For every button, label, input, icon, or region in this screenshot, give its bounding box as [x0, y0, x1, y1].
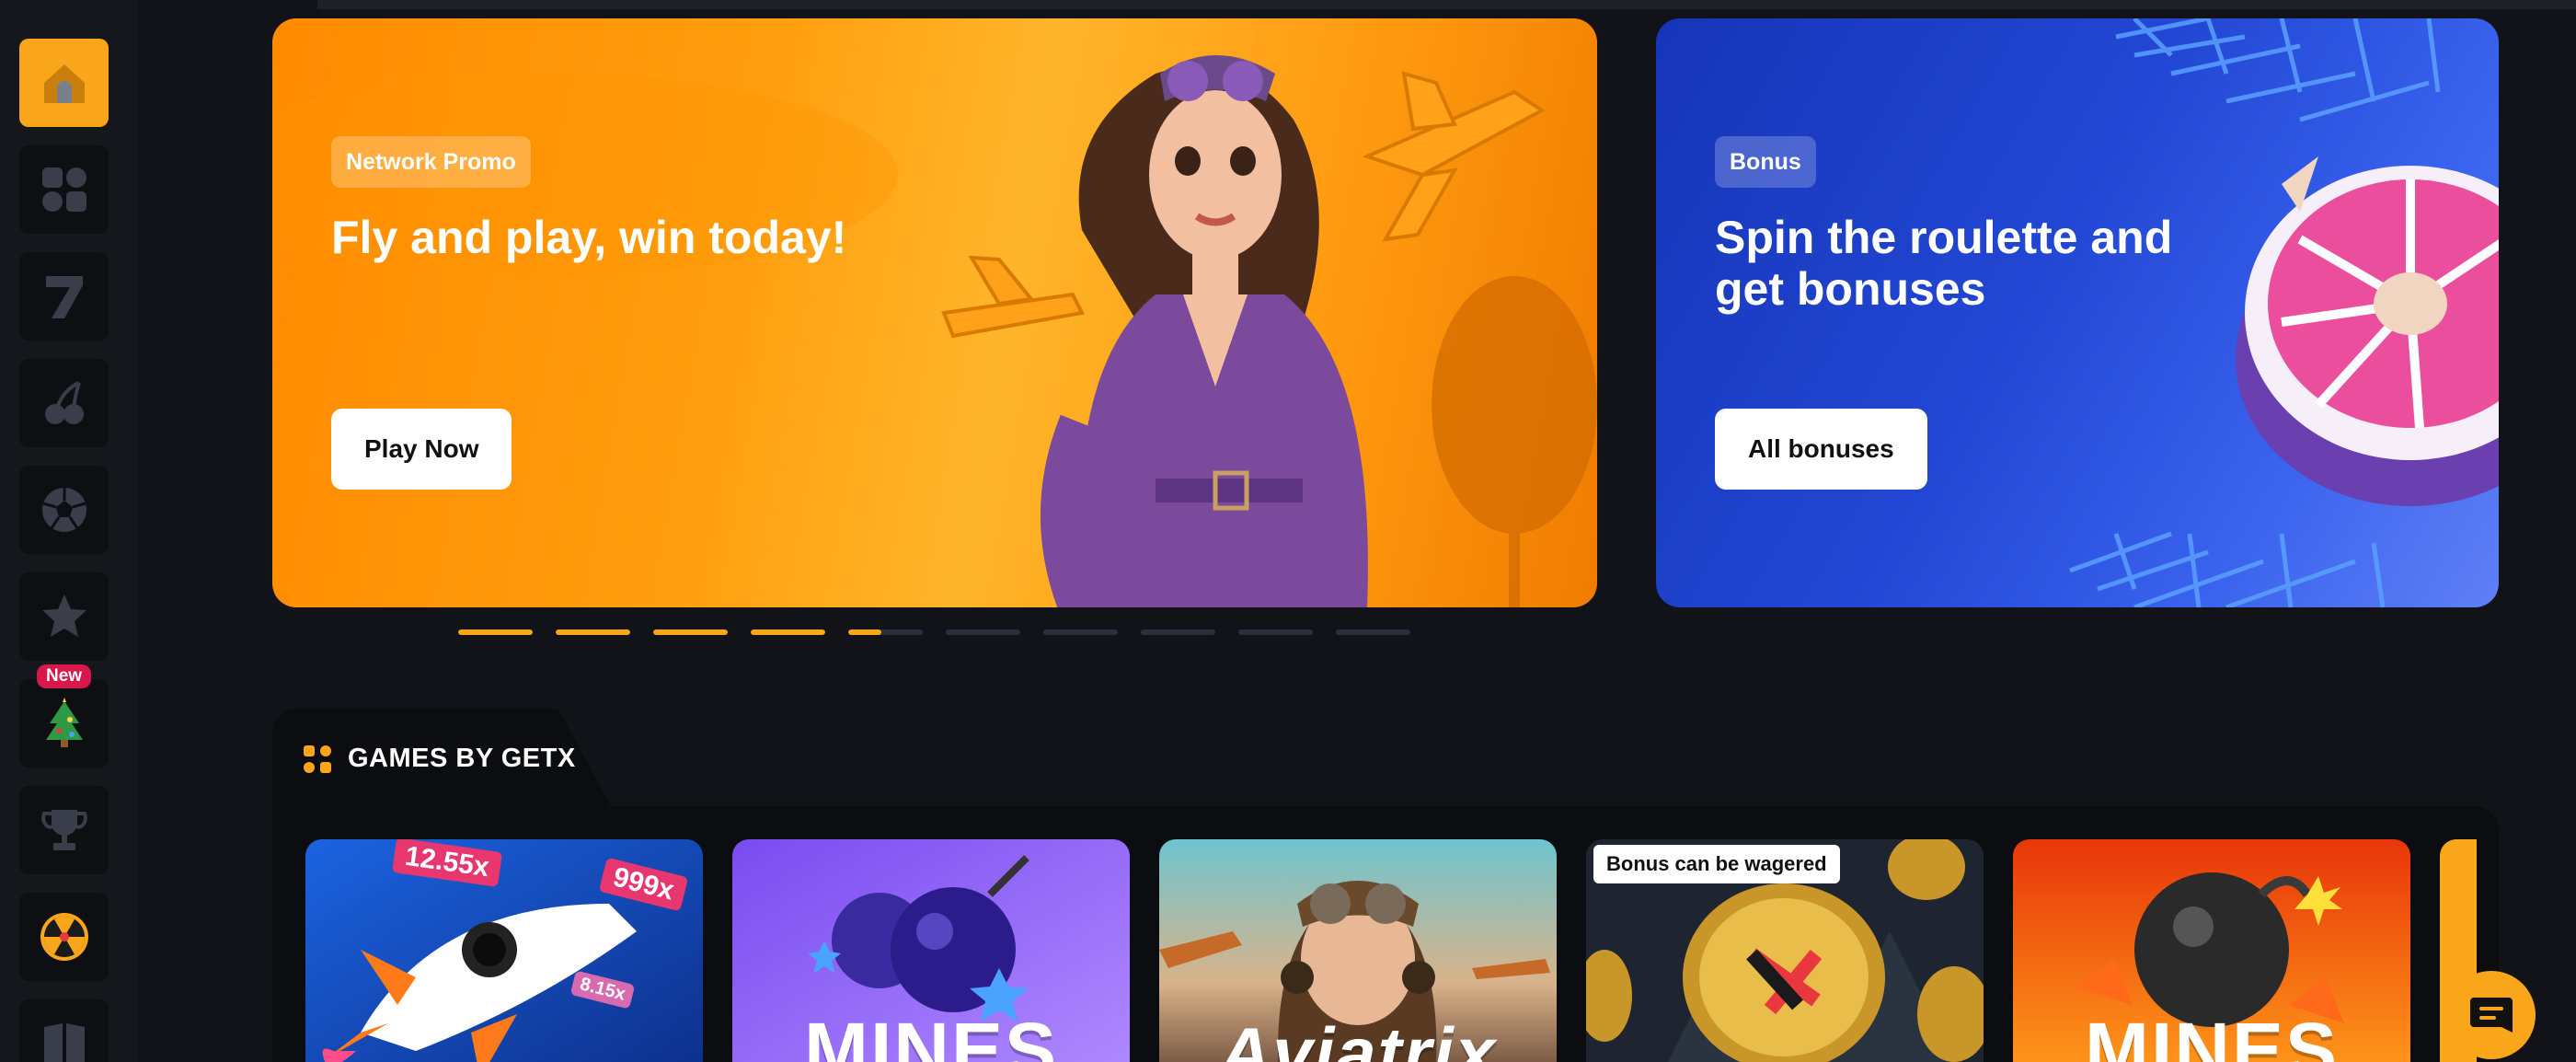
- carousel-dot-progress: [848, 629, 882, 635]
- sidebar-item-sports[interactable]: [19, 466, 109, 554]
- grid-icon: [41, 167, 86, 212]
- banner-tag: Network Promo: [331, 136, 531, 188]
- game-title: MINES: [803, 1007, 1059, 1062]
- carousel-dot-progress: [556, 629, 630, 635]
- trophy-icon: [40, 810, 87, 850]
- star-icon: [41, 594, 86, 637]
- radiation-wheel-icon: [40, 913, 88, 961]
- play-now-button[interactable]: Play Now: [331, 409, 512, 490]
- aviatrix-pilot-illustration: [272, 55, 1597, 607]
- seven-icon: [45, 276, 83, 318]
- games-section-title: GAMES BY GETX: [348, 744, 576, 773]
- carousel-dot[interactable]: [653, 629, 728, 635]
- cherries-icon: [44, 381, 84, 424]
- game-card-aviatrix[interactable]: Aviatrix: [1159, 839, 1557, 1062]
- sidebar-item-games[interactable]: [19, 145, 109, 234]
- banner-title: Spin the roulette and get bonuses: [1715, 212, 2173, 315]
- header-strip: [317, 0, 2576, 9]
- sidebar-item-favorites[interactable]: [19, 572, 109, 661]
- sidebar-item-rules[interactable]: [19, 999, 109, 1062]
- sidebar: New: [0, 0, 138, 1062]
- carousel-dot[interactable]: [458, 629, 533, 635]
- soccer-ball-icon: [41, 488, 86, 532]
- carousel-dot[interactable]: [1043, 629, 1118, 635]
- sidebar-item-home[interactable]: [19, 39, 109, 127]
- sidebar-item-fruits[interactable]: [19, 359, 109, 447]
- promo-banner-network[interactable]: Network Promo Fly and play, win today! P…: [272, 18, 1597, 607]
- carousel-dot-progress: [653, 629, 728, 635]
- banner-title: Fly and play, win today!: [331, 212, 847, 263]
- sidebar-item-christmas[interactable]: [19, 679, 109, 768]
- book-icon: [43, 1023, 85, 1062]
- promo-banner-bonus[interactable]: Bonus Spin the roulette and get bonuses …: [1656, 18, 2499, 607]
- chat-button[interactable]: [2447, 971, 2536, 1059]
- christmas-tree-icon: [45, 698, 83, 747]
- sidebar-item-tournaments[interactable]: [19, 786, 109, 874]
- game-card-mines-purple[interactable]: MINES: [732, 839, 1130, 1062]
- games-grid-icon: [304, 745, 331, 773]
- carousel-dot[interactable]: [1141, 629, 1215, 635]
- all-bonuses-button[interactable]: All bonuses: [1715, 409, 1927, 490]
- game-title: Aviatrix: [1218, 1012, 1498, 1062]
- carousel-dot[interactable]: [848, 629, 923, 635]
- app-root: New Network Promo Fly and play, win toda…: [0, 0, 2576, 1062]
- game-title: MINES: [2084, 1007, 2340, 1062]
- carousel-dot[interactable]: [1336, 629, 1410, 635]
- carousel-dot[interactable]: [556, 629, 630, 635]
- chat-icon: [2470, 998, 2513, 1033]
- bonus-wager-badge: Bonus can be wagered: [1593, 845, 1840, 883]
- banner-tag: Bonus: [1715, 136, 1816, 188]
- home-icon: [43, 64, 85, 103]
- games-section-header: GAMES BY GETX: [304, 744, 576, 774]
- carousel-dot[interactable]: [946, 629, 1020, 635]
- carousel-dot-progress: [751, 629, 825, 635]
- carousel-dot-progress: [458, 629, 533, 635]
- game-card-mines-orange[interactable]: MINES: [2013, 839, 2410, 1062]
- sidebar-item-slots[interactable]: [19, 252, 109, 341]
- game-card-rocket[interactable]: 12.55x 999x 8.15x: [305, 839, 703, 1062]
- carousel-dot[interactable]: [1238, 629, 1313, 635]
- sidebar-item-wheel[interactable]: [19, 893, 109, 981]
- carousel-dot[interactable]: [751, 629, 825, 635]
- new-badge: New: [37, 664, 92, 688]
